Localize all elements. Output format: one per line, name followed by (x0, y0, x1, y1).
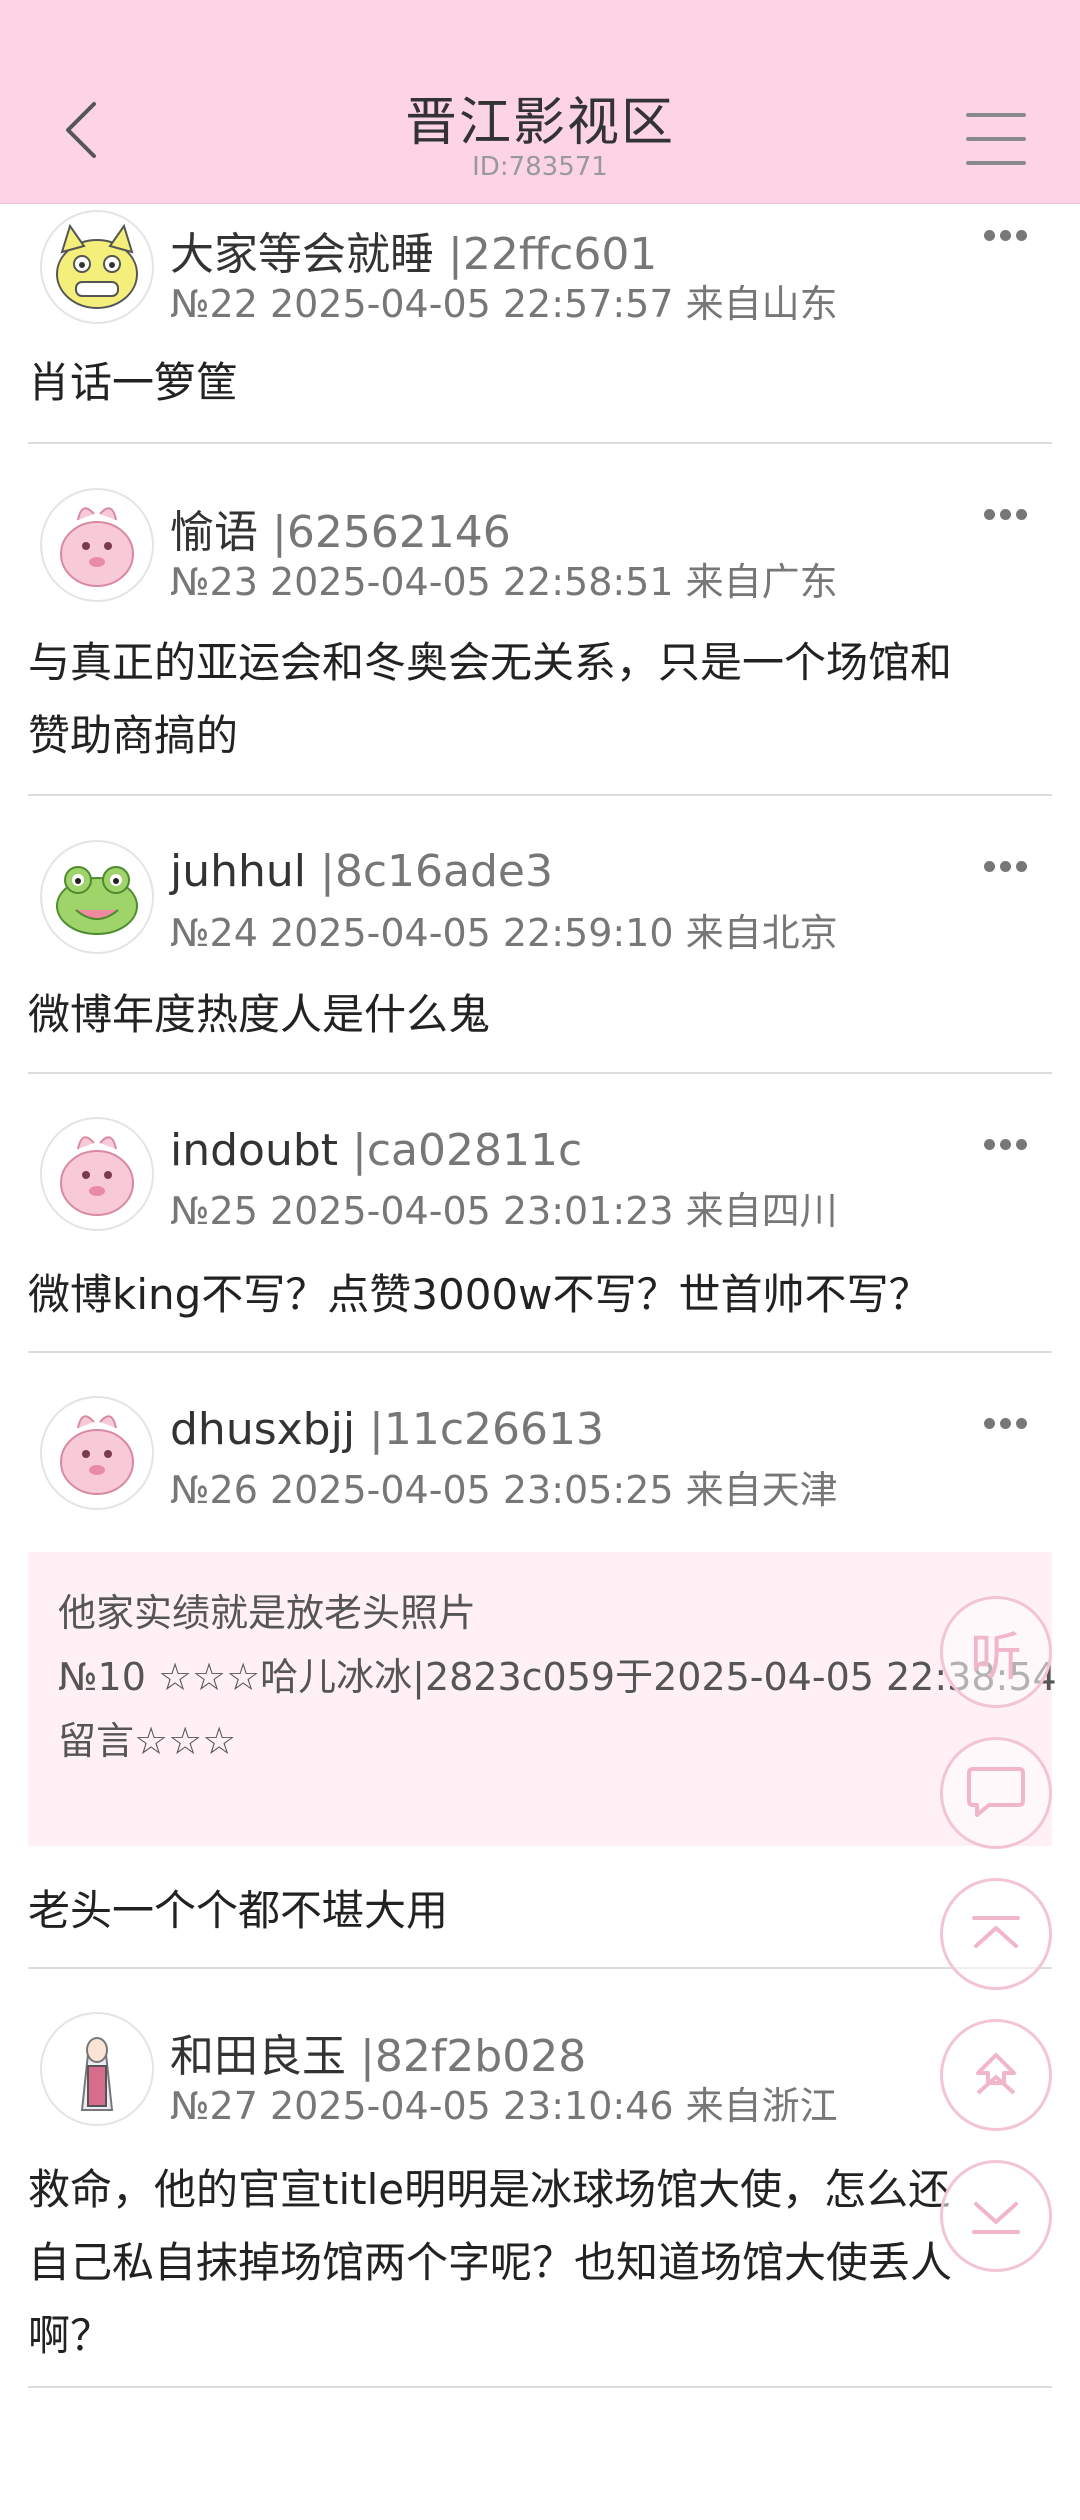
pink-creature-avatar-icon (60, 507, 134, 587)
menu-button[interactable] (966, 113, 1026, 165)
more-options-button[interactable] (984, 226, 1034, 242)
divider (28, 1351, 1052, 1353)
chat-bubble-icon (967, 1767, 1025, 1817)
avatar[interactable] (40, 1396, 154, 1510)
post-content: 微博年度热度人是什么鬼 (28, 990, 491, 1039)
post-content: 肖话一箩筐 (28, 358, 239, 407)
quote-suffix: 留言☆☆☆ (58, 1719, 237, 1763)
hamburger-icon (966, 113, 1026, 117)
listen-label: 听 (969, 1627, 1022, 1688)
more-options-button[interactable] (984, 505, 1034, 521)
post-meta: №27 2025-04-05 23:10:46 来自浙江 (170, 2084, 838, 2128)
yellow-cat-avatar-icon (56, 223, 138, 309)
avatar[interactable] (40, 840, 154, 954)
post-meta: №22 2025-04-05 22:57:57 来自山东 (170, 282, 838, 326)
post-content: 与真正的亚运会和冬奥会无关系，只是一个场馆和 赞助商搞的 (28, 638, 953, 760)
top-app-bar: 晋江影视区 ID:783571 (0, 0, 1080, 204)
avatar[interactable] (40, 2012, 154, 2126)
divider (28, 1967, 1052, 1969)
divider (28, 442, 1052, 444)
post-content: 微博king不写？点赞3000w不写？世首帅不写？ (28, 1270, 931, 1319)
scroll-top-button[interactable] (940, 1878, 1052, 1990)
anime-girl-avatar-icon (80, 2037, 114, 2111)
divider (28, 1072, 1052, 1074)
post-meta: №24 2025-04-05 22:59:10 来自北京 (170, 911, 838, 955)
scroll-bottom-button[interactable] (940, 2160, 1052, 2272)
avatar[interactable] (40, 210, 154, 324)
username[interactable]: dhusxbjj |11c26613 (170, 1404, 604, 1455)
avatar[interactable] (40, 1117, 154, 1231)
listen-button[interactable]: 听 (940, 1596, 1052, 1708)
post-meta: №23 2025-04-05 22:58:51 来自广东 (170, 560, 838, 604)
divider (28, 794, 1052, 796)
more-options-button[interactable] (984, 1135, 1034, 1151)
arrow-down-to-bottom-icon (972, 2202, 1020, 2234)
post-content: 救命，他的官宣title明明是冰球场馆大使，怎么还 自己私自抹掉场馆两个字呢？也… (28, 2165, 953, 2360)
username[interactable]: indoubt |ca02811c (170, 1125, 582, 1176)
page-title: 晋江影视区 (404, 93, 675, 153)
refresh-button[interactable] (940, 2019, 1052, 2131)
post-content: 老头一个个都不堪大用 (28, 1886, 449, 1935)
more-options-button[interactable] (984, 1414, 1034, 1430)
quoted-reply[interactable]: 他家实绩就是放老头照片 №10 ☆☆☆哈儿冰冰|2823c059于2025-04… (28, 1552, 1057, 1846)
quote-source: №10 ☆☆☆哈儿冰冰|2823c059于2025-04-05 22:38:54 (58, 1655, 1057, 1699)
more-options-button[interactable] (984, 857, 1034, 873)
post-meta: №25 2025-04-05 23:01:23 来自四川 (170, 1189, 838, 1233)
arrow-up-to-top-icon (972, 1916, 1020, 1948)
avatar[interactable] (40, 488, 154, 602)
pink-creature-avatar-icon (60, 1415, 134, 1495)
frog-avatar-icon (56, 866, 138, 935)
refresh-arrows-icon (976, 2053, 1016, 2095)
username[interactable]: juhhul |8c16ade3 (170, 846, 553, 897)
pink-creature-avatar-icon (60, 1136, 134, 1216)
board-id: ID:783571 (472, 152, 608, 182)
comment-button[interactable] (940, 1737, 1052, 1849)
quote-text: 他家实绩就是放老头照片 (58, 1591, 477, 1635)
post-meta: №26 2025-04-05 23:05:25 来自天津 (170, 1468, 838, 1512)
divider (28, 2386, 1052, 2388)
